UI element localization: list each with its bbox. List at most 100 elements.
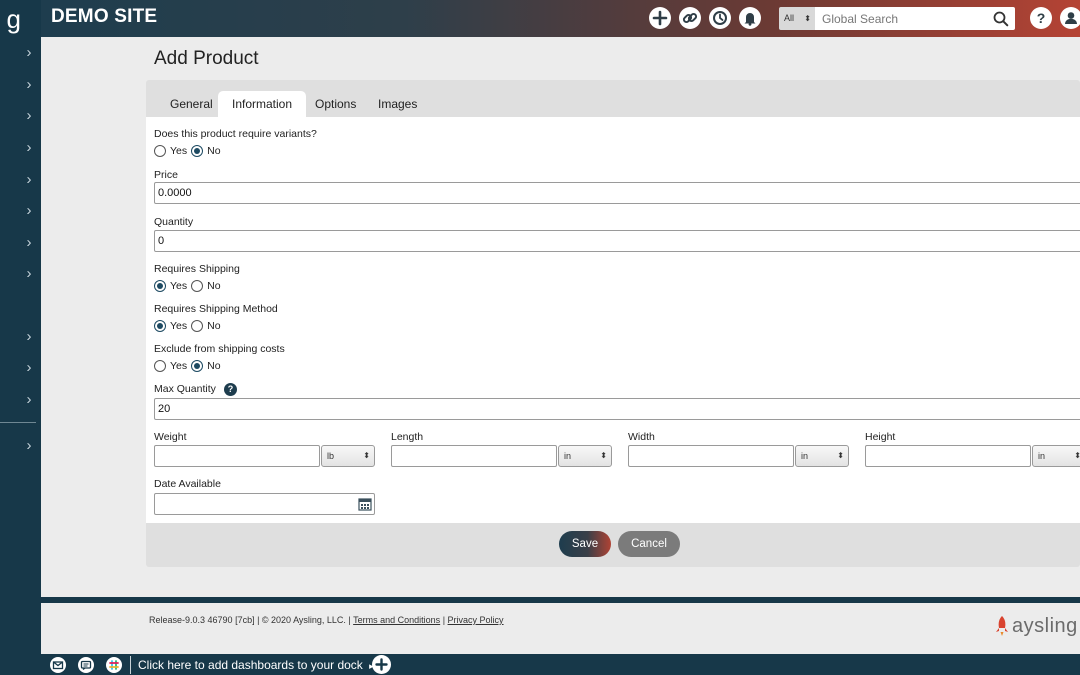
link-icon[interactable] bbox=[679, 7, 701, 29]
terms-link[interactable]: Terms and Conditions bbox=[353, 615, 440, 625]
requires-shipping-label: Requires Shipping bbox=[154, 263, 240, 275]
app-logo: g bbox=[6, 4, 21, 34]
sidebar-item-12-chevron-icon[interactable]: › bbox=[22, 436, 36, 456]
max-quantity-label: Max Quantity bbox=[154, 383, 216, 395]
width-label: Width bbox=[628, 431, 655, 443]
tab-information[interactable]: Information bbox=[218, 91, 307, 117]
sidebar-item-11-chevron-icon[interactable]: › bbox=[22, 390, 36, 410]
privacy-link[interactable]: Privacy Policy bbox=[448, 615, 504, 625]
shipping-method-no-radio[interactable] bbox=[191, 320, 204, 332]
height-label: Height bbox=[865, 431, 896, 443]
price-input[interactable] bbox=[154, 182, 1080, 204]
exclude-shipping-yes-radio[interactable] bbox=[154, 360, 166, 372]
save-button[interactable]: Save bbox=[559, 531, 611, 557]
product-panel: General Information Options Images Does … bbox=[146, 80, 1080, 567]
weight-input[interactable] bbox=[154, 445, 320, 467]
tab-options[interactable]: Options bbox=[301, 91, 370, 117]
sidebar-item-3-chevron-icon[interactable]: › bbox=[22, 106, 36, 126]
sidebar: g › › › › › › › › › › › › bbox=[0, 0, 41, 675]
history-icon[interactable] bbox=[709, 7, 731, 29]
calendar-icon[interactable] bbox=[358, 497, 372, 511]
length-input[interactable] bbox=[391, 445, 557, 467]
length-unit-select[interactable]: in ⬍ bbox=[558, 445, 612, 467]
select-arrows-icon: ⬍ bbox=[804, 14, 811, 23]
sidebar-item-4-chevron-icon[interactable]: › bbox=[22, 138, 36, 158]
add-icon[interactable] bbox=[649, 7, 671, 29]
help-icon[interactable]: ? bbox=[1030, 7, 1052, 29]
sidebar-item-2-chevron-icon[interactable]: › bbox=[22, 75, 36, 95]
exclude-shipping-no-label: No bbox=[207, 360, 221, 372]
brand-logo: aysling bbox=[994, 611, 1078, 641]
dashboard-dock: Click here to add dashboards to your doc… bbox=[41, 654, 1080, 675]
shipping-method-yes-radio[interactable] bbox=[154, 320, 166, 332]
sidebar-divider bbox=[0, 422, 36, 423]
height-unit-value: in bbox=[1038, 451, 1046, 461]
variants-radio-group: Yes No bbox=[154, 144, 225, 158]
select-arrows-icon: ⬍ bbox=[363, 451, 370, 460]
date-available-input[interactable] bbox=[154, 493, 375, 515]
requires-shipping-no-label: No bbox=[207, 280, 221, 292]
height-unit-select[interactable]: in ⬍ bbox=[1032, 445, 1080, 467]
height-input[interactable] bbox=[865, 445, 1031, 467]
shipping-method-radio-group: Yes No bbox=[154, 319, 225, 333]
tab-images[interactable]: Images bbox=[364, 91, 431, 117]
sidebar-item-1-chevron-icon[interactable]: › bbox=[22, 43, 36, 63]
search-scope-select[interactable]: All ⬍ bbox=[779, 7, 815, 30]
search-scope-value: All bbox=[784, 13, 795, 23]
shipping-method-no-label: No bbox=[207, 320, 221, 332]
select-arrows-icon: ⬍ bbox=[1074, 451, 1080, 460]
requires-shipping-no-radio[interactable] bbox=[191, 280, 204, 292]
exclude-shipping-no-radio[interactable] bbox=[191, 360, 204, 372]
cancel-button[interactable]: Cancel bbox=[618, 531, 680, 557]
exclude-shipping-radio-group: Yes No bbox=[154, 359, 225, 373]
add-dashboard-icon[interactable] bbox=[372, 655, 391, 674]
slack-icon[interactable] bbox=[106, 657, 122, 673]
select-arrows-icon: ⬍ bbox=[600, 451, 607, 460]
information-form: Does this product require variants? Yes … bbox=[146, 117, 1080, 523]
price-label: Price bbox=[154, 169, 178, 181]
top-bar: DEMO SITE All ⬍ ? bbox=[41, 0, 1080, 37]
length-label: Length bbox=[391, 431, 424, 443]
sidebar-item-8-chevron-icon[interactable]: › bbox=[22, 264, 36, 284]
select-arrows-icon: ⬍ bbox=[837, 451, 844, 460]
add-dashboards-text: Click here to add dashboards to your doc… bbox=[138, 658, 363, 672]
footer-text: Release-9.0.3 46790 [7cb] | © 2020 Aysli… bbox=[149, 615, 504, 625]
sidebar-item-6-chevron-icon[interactable]: › bbox=[22, 201, 36, 221]
requires-shipping-yes-radio[interactable] bbox=[154, 280, 166, 292]
variants-yes-radio[interactable] bbox=[154, 145, 166, 157]
mail-icon[interactable] bbox=[50, 657, 66, 673]
sidebar-item-10-chevron-icon[interactable]: › bbox=[22, 358, 36, 378]
help-icon[interactable]: ? bbox=[224, 383, 237, 396]
sidebar-item-9-chevron-icon[interactable]: › bbox=[22, 327, 36, 347]
add-dashboards-link[interactable]: Click here to add dashboards to your doc… bbox=[138, 658, 374, 672]
variants-no-radio[interactable] bbox=[191, 145, 204, 157]
site-title[interactable]: DEMO SITE bbox=[51, 6, 157, 28]
brand-name: aysling bbox=[1012, 614, 1078, 637]
dock-separator bbox=[130, 656, 131, 674]
width-input[interactable] bbox=[628, 445, 794, 467]
bell-icon[interactable] bbox=[739, 7, 761, 29]
max-quantity-input[interactable] bbox=[154, 398, 1080, 420]
release-info: Release-9.0.3 46790 [7cb] | © 2020 Aysli… bbox=[149, 615, 351, 625]
width-unit-select[interactable]: in ⬍ bbox=[795, 445, 849, 467]
exclude-shipping-label: Exclude from shipping costs bbox=[154, 343, 285, 355]
date-available-label: Date Available bbox=[154, 478, 221, 490]
search-icon[interactable] bbox=[991, 9, 1011, 29]
page-title: Add Product bbox=[154, 48, 259, 69]
rocket-icon bbox=[996, 616, 1008, 636]
footer: Release-9.0.3 46790 [7cb] | © 2020 Aysli… bbox=[41, 597, 1080, 654]
sidebar-item-7-chevron-icon[interactable]: › bbox=[22, 233, 36, 253]
tab-general[interactable]: General bbox=[156, 91, 227, 117]
quantity-label: Quantity bbox=[154, 216, 194, 228]
footer-separator: | bbox=[442, 615, 446, 625]
weight-unit-select[interactable]: lb ⬍ bbox=[321, 445, 375, 467]
shipping-method-label: Requires Shipping Method bbox=[154, 303, 278, 315]
global-search-input[interactable] bbox=[815, 7, 1015, 30]
user-icon[interactable] bbox=[1060, 7, 1080, 29]
message-icon[interactable] bbox=[78, 657, 94, 673]
sidebar-item-5-chevron-icon[interactable]: › bbox=[22, 170, 36, 190]
variants-yes-label: Yes bbox=[170, 145, 188, 157]
shipping-method-yes-label: Yes bbox=[170, 320, 188, 332]
quantity-input[interactable] bbox=[154, 230, 1080, 252]
width-unit-value: in bbox=[801, 451, 809, 461]
